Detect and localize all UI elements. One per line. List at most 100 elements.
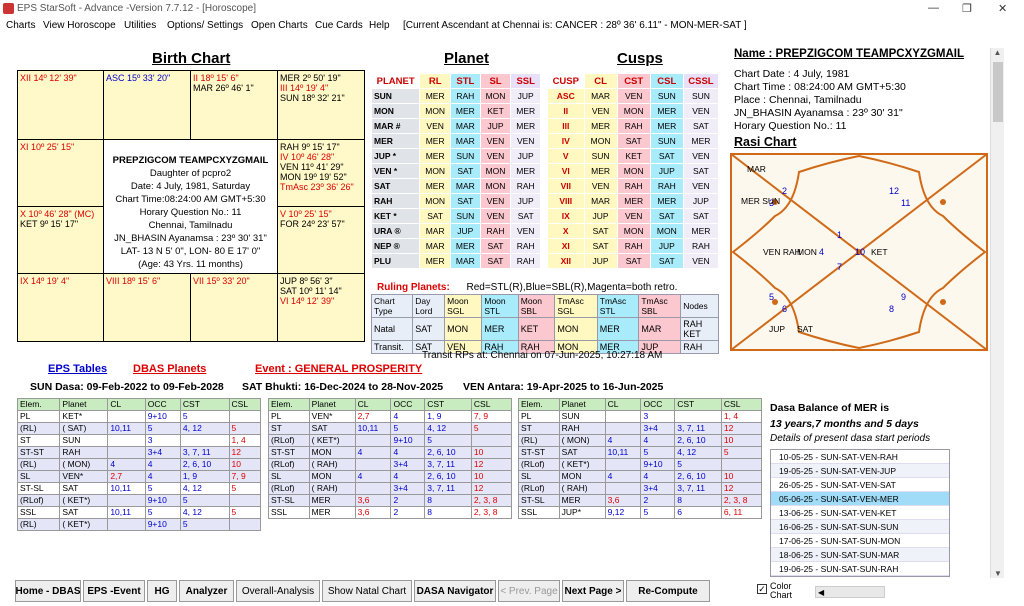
cell-vi: JUP 8º 56' 3" SAT 10º 11' 14" VI 14º 12' 3… [277, 273, 365, 342]
elem-cell [354, 434, 392, 447]
menu-utilities[interactable]: Utilities [124, 20, 156, 31]
color-chart-checkbox[interactable]: ✓ [757, 584, 767, 594]
planet-cell: MER [419, 178, 452, 194]
cusp-cell: VEN [682, 253, 720, 269]
elem-row: SL MON 4 4 2, 6, 10 10 [518, 470, 763, 483]
menu-open-charts[interactable]: Open Charts [251, 20, 308, 31]
elem-cell: ST-SL [518, 494, 560, 507]
ruling-planets-line: Ruling Planets: Red=STL(R),Blue=SBL(R),M… [377, 282, 678, 293]
elem-header-row: Elem. Planet CL OCC CST CSL [268, 398, 513, 411]
cusp-cell: MER [649, 193, 684, 209]
cusp-cell: VEN [616, 208, 651, 224]
planet-cell: URA ® [370, 223, 421, 239]
planet-cell: MER [419, 253, 452, 269]
recompute-button[interactable]: Re-Compute [626, 580, 710, 602]
dasa-period-item[interactable]: 10-05-25 - SUN-SAT-VEN-RAH [771, 450, 949, 464]
dasa-period-item[interactable]: 18-06-25 - SUN-SAT-SUN-MAR [771, 548, 949, 562]
next-page-button[interactable]: Next Page > [562, 580, 624, 602]
ruling-cell: MER [596, 317, 640, 341]
scroll-up-icon[interactable]: ▲ [991, 48, 1004, 57]
planet-cell: MON [419, 103, 452, 119]
overall-analysis-button[interactable]: Overall-Analysis [236, 580, 320, 602]
planet-row: VEN * MON SAT MON MER [370, 163, 541, 179]
elem-cell: ( SAT) [59, 422, 109, 435]
planet-cell: MAR [419, 238, 452, 254]
cusp-cell: RAH [616, 238, 651, 254]
cusp-row: VI MER MON JUP SAT [547, 163, 720, 179]
elem-cell: 1, 9 [424, 410, 472, 423]
scrollbar-thumb[interactable] [993, 62, 1003, 122]
elem-row: (RL)( MON) 4 4 2, 6, 10 10 [16, 458, 262, 471]
eps-tables-link[interactable]: EPS Tables [48, 363, 107, 375]
planet-cell: MER [370, 133, 421, 149]
hg-button[interactable]: HG [147, 580, 177, 602]
dasa-period-list[interactable]: 10-05-25 - SUN-SAT-VEN-RAH 19-05-25 - SUN… [770, 449, 950, 577]
cusp-cell: JUP [649, 238, 684, 254]
cusp-cell: V [547, 148, 585, 164]
dasa-period-item[interactable]: 05-06-25 - SUN-SAT-VEN-MER [771, 492, 949, 506]
elem-cell: VEN* [308, 410, 356, 423]
elem-header-cell: Planet [59, 398, 109, 411]
horizontal-scrollbar[interactable]: ◀ [815, 586, 885, 598]
home-dbas-button[interactable]: Home - DBAS [15, 580, 81, 602]
elem-cell: 2,7 [107, 470, 146, 483]
scroll-left-icon[interactable]: ◀ [816, 588, 824, 597]
elem-cell: 2 [390, 494, 426, 507]
cusp-cell: MON [616, 103, 651, 119]
elem-cell: 2, 6, 10 [424, 446, 472, 459]
elem-cell [604, 482, 642, 495]
dasa-navigator-button[interactable]: DASA Navigator [414, 580, 496, 602]
event-link[interactable]: Event : GENERAL PROSPERITY [255, 363, 422, 375]
menu-cue-cards[interactable]: Cue Cards [315, 20, 363, 31]
elem-cell: 4, 12 [424, 422, 472, 435]
elem-header-cell: CST [674, 398, 722, 411]
eps-event-button[interactable]: EPS -Event [83, 580, 145, 602]
dasa-balance-title: Dasa Balance of MER is [770, 402, 890, 414]
elem-row: (RLof)( RAH) 3+4 3, 7, 11 12 [518, 482, 763, 495]
scroll-down-icon[interactable]: ▼ [991, 569, 1005, 578]
elem-cell: MER [558, 494, 606, 507]
ruling-cell: MAR [638, 317, 682, 341]
dasa-period-item[interactable]: 16-06-25 - SUN-SAT-SUN-SUN [771, 520, 949, 534]
elem-cell: 3,6 [354, 494, 392, 507]
elem-cell: 3+4 [390, 482, 426, 495]
ruling-cell: RAH [680, 340, 719, 354]
elem-cell [674, 410, 722, 423]
dasa-period-item[interactable]: 19-06-25 - SUN-SAT-SUN-RAH [771, 562, 949, 576]
ascendant-status: [Current Ascendant at Chennai is: CANCER… [403, 20, 747, 31]
menu-help[interactable]: Help [369, 20, 390, 31]
dasa-period-item[interactable]: 17-06-25 - SUN-SAT-SUN-MON [771, 534, 949, 548]
planet-cell: MAR [450, 178, 481, 194]
dasa-period-item[interactable]: 19-05-25 - SUN-SAT-VEN-JUP [771, 464, 949, 478]
elem-cell: 5 [228, 482, 262, 495]
restore-icon[interactable]: ❐ [962, 2, 972, 15]
planet-cell: SAT [370, 178, 421, 194]
ruling-header-cell: TmAsc SGL [554, 294, 598, 318]
elem-cell: MER [308, 494, 356, 507]
profile-details: Chart Date : 4 July, 1981 Chart Time : 08… [734, 68, 906, 132]
cusp-cell: RAH [682, 238, 720, 254]
elem-cell: ( RAH) [308, 458, 356, 471]
planet-cell: JUP [450, 223, 481, 239]
cusps-heading: Cusps [617, 50, 663, 67]
menu-charts[interactable]: Charts [6, 20, 35, 31]
dbas-planets-link[interactable]: DBAS Planets [133, 363, 206, 375]
cusp-row: III MER RAH MER SAT [547, 118, 720, 134]
elem-cell [228, 410, 262, 423]
planet-cell: SAT [479, 238, 512, 254]
analyzer-button[interactable]: Analyzer [179, 580, 234, 602]
dasa-period-item[interactable]: 26-05-25 - SUN-SAT-VEN-SAT [771, 478, 949, 492]
elem-row: (RLof)( KET*) 9+10 5 [518, 458, 763, 471]
menu-options[interactable]: Options/ Settings [167, 20, 243, 31]
show-natal-chart-button[interactable]: Show Natal Chart [322, 580, 412, 602]
dasa-period-item[interactable]: 13-06-25 - SUN-SAT-VEN-KET [771, 506, 949, 520]
menu-bar: Charts View Horoscope Utilities Options/… [0, 18, 1024, 34]
elem-header-cell: CSL [470, 398, 513, 411]
prev-page-button[interactable]: < Prev. Page [498, 580, 560, 602]
minimize-icon[interactable]: — [928, 2, 939, 14]
vertical-scrollbar[interactable]: ▲ ▼ [990, 48, 1004, 578]
cell-ii: II 18º 15' 6" MAR 26º 46' 1" [190, 70, 278, 140]
menu-view-horoscope[interactable]: View Horoscope [43, 20, 116, 31]
close-icon[interactable]: ✕ [998, 2, 1007, 15]
elem-cell: 2, 3, 8 [720, 494, 763, 507]
